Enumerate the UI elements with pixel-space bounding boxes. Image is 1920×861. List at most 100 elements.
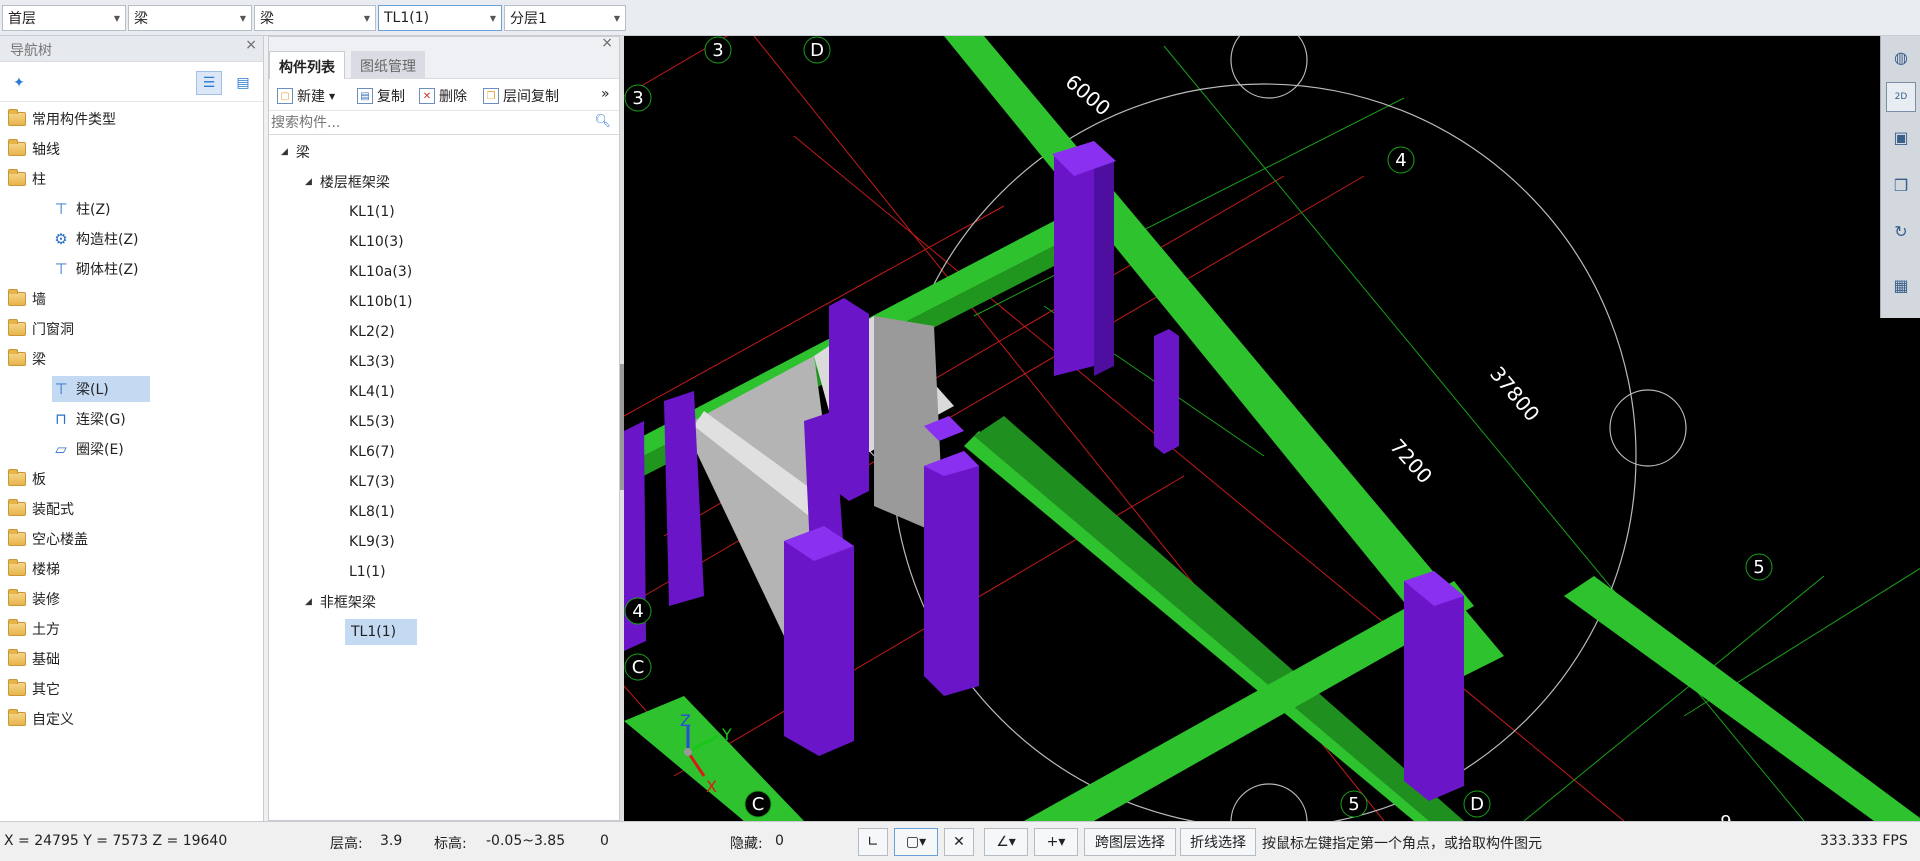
copy-button[interactable]: ▤ 复制 xyxy=(357,86,405,106)
close-icon[interactable]: × xyxy=(245,37,257,53)
angle-button[interactable]: ∠▾ xyxy=(984,828,1028,856)
nav-folder[interactable]: 门窗洞 xyxy=(0,316,74,342)
search-icon[interactable]: 🔍︎ xyxy=(594,114,611,129)
nav-item-label: 轴线 xyxy=(32,142,60,158)
close-icon[interactable]: × xyxy=(601,35,613,51)
nav-toolbar: ✦ ☰ ▤ xyxy=(0,62,263,102)
nav-item[interactable]: ⊤ 梁(L) xyxy=(52,376,150,402)
tree-item[interactable]: KL7(3) xyxy=(349,469,395,495)
nav-folder[interactable]: 轴线 xyxy=(0,136,60,162)
nav-item[interactable]: ⚙ 构造柱(Z) xyxy=(52,226,138,252)
tree-item[interactable]: KL8(1) xyxy=(349,499,395,525)
nav-folder[interactable]: 常用构件类型 xyxy=(0,106,116,132)
orbit-icon[interactable]: ◍ xyxy=(1886,42,1916,72)
nav-folder[interactable]: 柱 xyxy=(0,166,46,192)
list-view-icon[interactable]: ☰ xyxy=(196,71,222,95)
cancel-icon[interactable]: ✕ xyxy=(944,828,974,856)
tree-item[interactable]: KL10a(3) xyxy=(349,259,412,285)
view-2d-icon[interactable]: 2D xyxy=(1886,82,1916,112)
nav-folder[interactable]: 空心楼盖 xyxy=(0,526,88,552)
nav-folder[interactable]: 板 xyxy=(0,466,46,492)
nav-folder[interactable]: 装修 xyxy=(0,586,60,612)
tree-item[interactable]: KL3(3) xyxy=(349,349,395,375)
nav-item-label: 连梁(G) xyxy=(76,412,126,428)
tree-item[interactable]: KL2(2) xyxy=(349,319,395,345)
nav-item-label: 自定义 xyxy=(32,712,74,728)
nav-folder[interactable]: 基础 xyxy=(0,646,60,672)
layer-select[interactable]: 分层1 ▼ xyxy=(504,5,626,31)
nav-folder[interactable]: 其它 xyxy=(0,676,60,702)
polyline-select-button[interactable]: 折线选择 xyxy=(1180,828,1256,856)
collapse-icon[interactable]: ◢ xyxy=(305,177,312,187)
nav-folder[interactable]: 墙 xyxy=(0,286,46,312)
viewport-canvas[interactable]: 3 D 3 4 5 4 C C 5 D 9 6000 37800 7200 Y … xyxy=(624,36,1920,821)
component-select[interactable]: TL1(1) ▼ xyxy=(378,5,502,31)
nav-folder[interactable]: 土方 xyxy=(0,616,60,642)
nav-item-label: 门窗洞 xyxy=(32,322,74,338)
delete-button[interactable]: ✕ 删除 xyxy=(419,86,467,106)
nav-item[interactable]: ⊓ 连梁(G) xyxy=(52,406,126,432)
new-icon: ▢ xyxy=(277,88,293,104)
pin-icon[interactable]: ✦ xyxy=(6,71,32,95)
floor-copy-button[interactable]: ❐ 层间复制 xyxy=(483,86,559,106)
view-3d-icon[interactable]: ❒ xyxy=(1886,170,1916,200)
tree-root[interactable]: ◢ 梁 xyxy=(281,139,310,165)
tab-drawing-management[interactable]: 图纸管理 xyxy=(351,51,425,79)
view-front-icon[interactable]: ▣ xyxy=(1886,122,1916,152)
component-select-value: TL1(1) xyxy=(384,10,430,26)
ortho-icon: ∟ xyxy=(867,834,879,850)
snap-select-button[interactable]: ▢▾ xyxy=(894,828,938,856)
masonry-column-icon: ⊤ xyxy=(54,260,68,278)
axis-label-d-bottom: D xyxy=(1470,794,1484,815)
chevron-down-icon: ▼ xyxy=(239,13,247,23)
rotate-icon[interactable]: ↻ xyxy=(1886,216,1916,246)
tab-component-list[interactable]: 构件列表 xyxy=(269,51,345,79)
ring-beam-icon: ▱ xyxy=(55,440,67,458)
layers-icon[interactable]: ▦ xyxy=(1886,270,1916,300)
tree-label: KL10b(1) xyxy=(349,294,413,310)
tree-item[interactable]: KL6(7) xyxy=(349,439,395,465)
tree-group[interactable]: ◢ 楼层框架梁 xyxy=(305,169,390,195)
ortho-button[interactable]: ∟ xyxy=(858,828,888,856)
axis-label-4-left: 4 xyxy=(632,601,643,622)
tree-item[interactable]: KL1(1) xyxy=(349,199,395,225)
category-select-value: 梁 xyxy=(134,11,148,27)
nav-item[interactable]: ⊤ 砌体柱(Z) xyxy=(52,256,138,282)
detail-view-icon[interactable]: ▤ xyxy=(230,71,256,95)
folder-icon xyxy=(8,499,26,516)
tree-item[interactable]: KL10b(1) xyxy=(349,289,413,315)
more-button[interactable]: » xyxy=(601,86,610,102)
search-input[interactable] xyxy=(271,113,591,133)
nav-folder[interactable]: 装配式 xyxy=(0,496,74,522)
offset-button[interactable]: +▾ xyxy=(1034,828,1078,856)
nav-item-label: 圈梁(E) xyxy=(76,442,124,458)
new-button[interactable]: ▢ 新建 ▼ xyxy=(277,86,335,106)
triad-y: Y xyxy=(721,725,732,744)
floor-select[interactable]: 首层 ▼ xyxy=(2,5,126,31)
nav-folder[interactable]: 楼梯 xyxy=(0,556,60,582)
beam-icon: ⊤ xyxy=(54,380,68,398)
nav-folder[interactable]: 梁 xyxy=(0,346,46,372)
tree-item[interactable]: KL10(3) xyxy=(349,229,404,255)
category-select[interactable]: 梁 ▼ xyxy=(128,5,252,31)
tree-item[interactable]: L1(1) xyxy=(349,559,386,585)
collapse-icon[interactable]: ◢ xyxy=(305,597,312,607)
tree-item[interactable]: KL9(3) xyxy=(349,529,395,555)
cross-layer-select-button[interactable]: 跨图层选择 xyxy=(1084,828,1176,856)
folder-icon xyxy=(8,319,26,336)
nav-item[interactable]: ⊤ 柱(Z) xyxy=(52,196,110,222)
subtype-select[interactable]: 梁 ▼ xyxy=(254,5,376,31)
dim-37800: 37800 xyxy=(1485,362,1544,426)
tree-item[interactable]: TL1(1) xyxy=(345,619,417,645)
nav-item[interactable]: ▱ 圈梁(E) xyxy=(52,436,124,462)
tree-item[interactable]: KL4(1) xyxy=(349,379,395,405)
collapse-icon[interactable]: ◢ xyxy=(281,147,288,157)
more-label: » xyxy=(601,86,610,102)
nav-folder[interactable]: 自定义 xyxy=(0,706,74,732)
hint-text: 按鼠标左键指定第一个角点，或拾取构件图元 xyxy=(1262,836,1542,852)
tree-item[interactable]: KL5(3) xyxy=(349,409,395,435)
floor-height-label: 层高: xyxy=(330,836,363,852)
tree-group[interactable]: ◢ 非框架梁 xyxy=(305,589,376,615)
3d-viewport[interactable]: 3 D 3 4 5 4 C C 5 D 9 6000 37800 7200 Y … xyxy=(624,36,1920,821)
chevron-down-icon: ▼ xyxy=(613,13,621,23)
